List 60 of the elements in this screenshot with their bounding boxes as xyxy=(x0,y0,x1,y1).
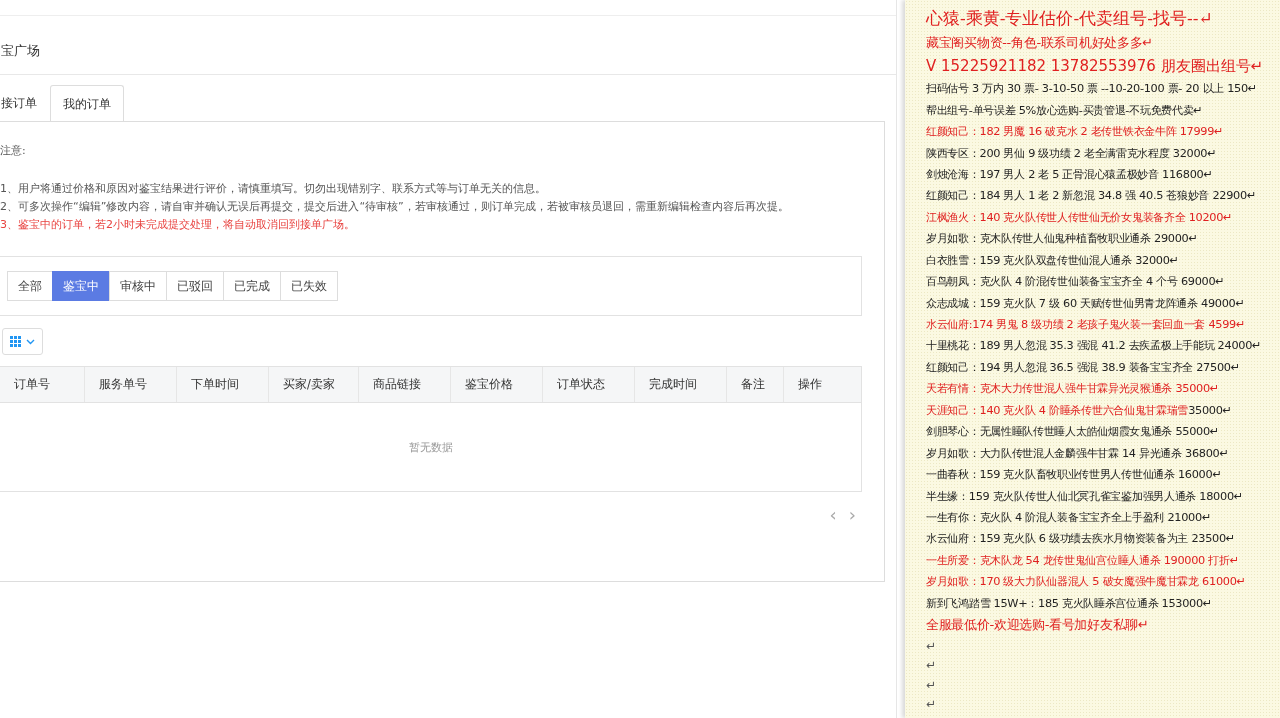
document-line: 一生有你：克火队 4 阶混人装备宝宝齐全上手盈利 21000↵ xyxy=(926,509,1212,525)
column-header: 操作 xyxy=(797,376,823,393)
document-line: 陕西专区：200 男仙 9 级功绩 2 老全满雷克水程度 32000↵ xyxy=(926,145,1217,161)
column-header: 买家/卖家 xyxy=(269,367,359,402)
notice-text: 3、鉴宝中的订单，若2小时未完成提交处理，将自动取消回到接单广场。 xyxy=(0,217,356,233)
document-line: 江枫渔火：140 克火队传世人传世仙无价女鬼装备齐全 10200↵ xyxy=(926,209,1233,225)
document-line: 全服最低价-欢迎选购-看号加好友私聊↵ xyxy=(926,615,1149,634)
document-line: 35000↵ xyxy=(1188,403,1232,417)
document-line: 红颜知己：194 男人忽混 36.5 强混 38.9 装备宝宝齐全 27500↵ xyxy=(926,359,1240,375)
document-line: ↵ xyxy=(926,677,936,692)
document-line: 岁月如歌：克木队传世人仙鬼种植畜牧职业通杀 29000↵ xyxy=(926,231,1198,247)
document-line: 一生所爱：克木队龙 54 龙传世鬼仙宫位睡人通杀 190000 打折↵ xyxy=(926,552,1239,568)
document-line: 白衣胜雪：159 克火队双盘传世仙混人通杀 32000↵ xyxy=(926,252,1179,268)
document-line: 扫码估号 3 万内 30 票- 3-10-50 票 --10-20-100 票- 20 以上 150↵ xyxy=(926,81,1258,97)
document-line: 岁月如歌：大力队传世混人金麟强牛甘霖 14 异光通杀 36800↵ xyxy=(926,445,1229,461)
status-filter-button[interactable]: 已失效 xyxy=(280,271,338,301)
page-title: 宝广场 xyxy=(0,16,896,75)
document-line: ↵ xyxy=(926,658,936,673)
document-line: 半生缘：159 克火队传世人仙北冥孔雀宝鉴加强男人通杀 18000↵ xyxy=(926,488,1243,504)
document-line: 心猿-乘黄-专业估价-代卖组号-找号--↵ xyxy=(926,6,1213,30)
document-line: 一曲春秋：159 克火队畜牧职业传世男人传世仙通杀 16000↵ xyxy=(926,467,1222,483)
status-filter-button[interactable]: 已完成 xyxy=(223,271,281,301)
column-header: 鉴宝价格 xyxy=(451,367,543,402)
status-filter-button[interactable]: 已驳回 xyxy=(166,271,224,301)
status-filter-button[interactable]: 鉴宝中 xyxy=(52,271,110,301)
document-line: ↵ xyxy=(926,697,936,712)
document-line: 剑烛沧海：197 男人 2 老 5 正骨混心猿孟极妙音 116800↵ xyxy=(926,166,1213,182)
grid-icon xyxy=(10,336,21,347)
column-header: 备注 xyxy=(727,367,784,402)
document-line: 天涯知己：140 克火队 4 阶睡杀传世六合仙鬼甘霖瑞雪 xyxy=(926,402,1189,418)
document-line: 百鸟朝凤：克火队 4 阶混传世仙装备宝宝齐全 4 个号 69000↵ xyxy=(926,274,1225,290)
column-header: 商品链接 xyxy=(359,367,451,402)
document-line: V 15225921182 13782553976 朋友圈出组号↵ xyxy=(926,56,1264,76)
column-header: 服务单号 xyxy=(85,367,177,402)
document-line: 帮出组号-单号误差 5%放心选购-买贵管退-不玩免费代卖↵ xyxy=(926,102,1203,118)
document-line: 十里桃花：189 男人忽混 35.3 强混 41.2 去疾孟极上手能玩 24000↵ xyxy=(926,338,1262,354)
document-line: 红颜知己：182 男魔 16 破克水 2 老传世铁衣金牛阵 17999↵ xyxy=(926,124,1224,140)
column-toggle-button[interactable] xyxy=(2,328,43,355)
notice-text: 2、可多次操作“编辑”修改内容，请自审并确认无误后再提交，提交后进入“待审核”，若审核通过，则订单完成，若被审核员退回，需重新编辑检查内容后再次提。 xyxy=(0,199,790,215)
document-line: 藏宝阁买物资--角色-联系司机好处多多↵ xyxy=(926,34,1153,52)
document-line: 水云仙府:174 男鬼 8 级功绩 2 老孩子鬼火装一套回血一套 4599↵ xyxy=(926,317,1246,333)
document-line: 新到飞鸿踏雪 15W+：185 克火队睡杀宫位通杀 153000↵ xyxy=(926,595,1213,611)
document-line: 众志成城：159 克火队 7 级 60 天赋传世仙男青龙阵通杀 49000↵ xyxy=(926,295,1245,311)
notice-heading: 注意: xyxy=(0,143,27,159)
empty-message: 暂无数据 xyxy=(408,439,453,455)
notice-text: 1、用户将通过价格和原因对鉴宝结果进行评价，请慎重填写。切勿出现错别字、联系方式等与订单无关的信息。 xyxy=(0,181,547,197)
order-tab[interactable]: 我的订单 xyxy=(50,85,124,122)
status-filter-button[interactable]: 审核中 xyxy=(109,271,167,301)
column-header: 下单时间 xyxy=(177,367,269,402)
caret-icon xyxy=(26,338,35,345)
document-line: 岁月如歌：170 级大力队仙器混人 5 破女魔强牛魔甘霖龙 61000↵ xyxy=(926,574,1246,590)
document-line: 剑胆琴心：无属性睡队传世睡人太皓仙烟霞女鬼通杀 55000↵ xyxy=(926,424,1219,440)
document-line: 天若有情：克木大力传世混人强牛甘霖异光灵猴通杀 35000↵ xyxy=(926,381,1219,397)
status-filter-button[interactable]: 全部 xyxy=(7,271,53,301)
document-line: 红颜知己：184 男人 1 老 2 新忽混 34.8 强 40.5 苍狼妙音 22900↵ xyxy=(926,188,1257,204)
column-header: 完成时间 xyxy=(635,367,727,402)
document-line: 水云仙府：159 克火队 6 级功绩去疾水月物资装备为主 23500↵ xyxy=(926,531,1236,547)
column-header: 订单状态 xyxy=(543,367,635,402)
document-line: ↵ xyxy=(926,638,936,653)
column-header: 订单号 xyxy=(0,367,85,402)
